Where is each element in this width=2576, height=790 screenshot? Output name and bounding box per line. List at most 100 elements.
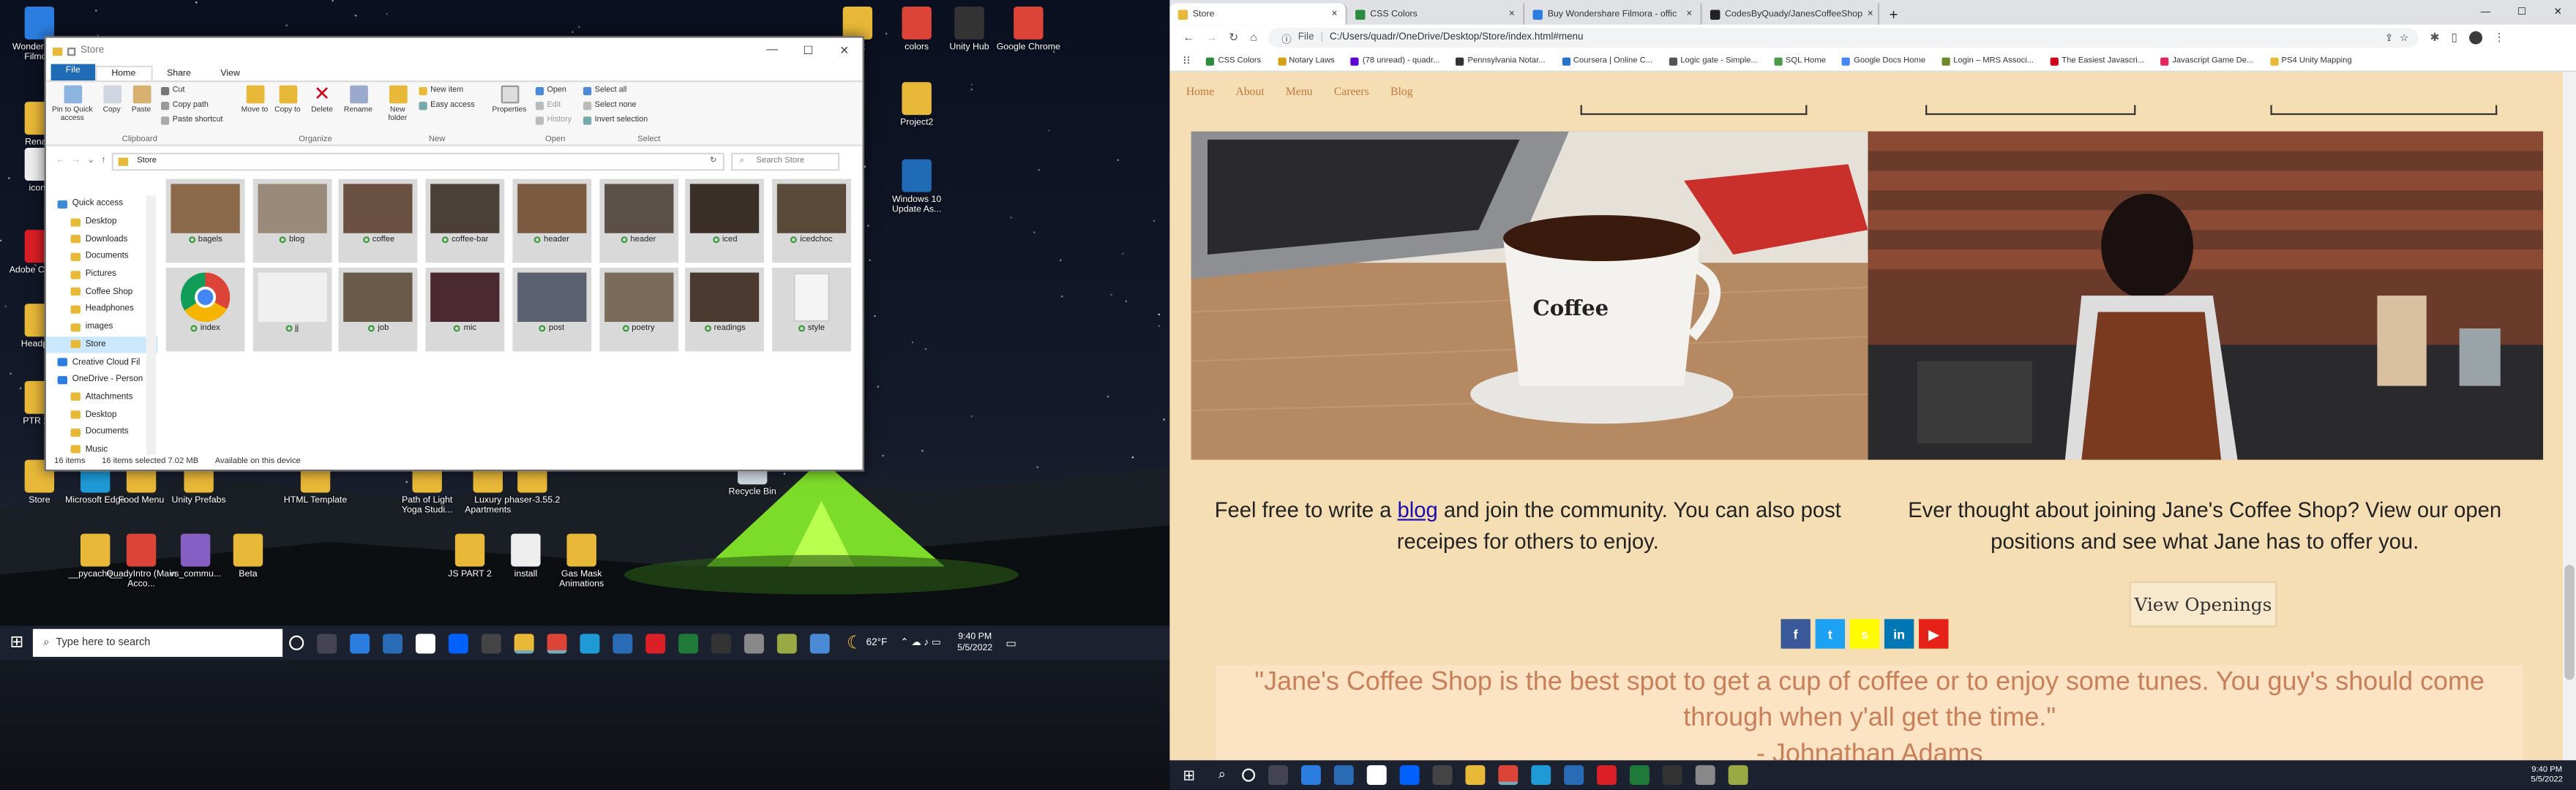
page-scrollbar[interactable] [2563,72,2576,761]
youtube-icon[interactable]: ▶ [1919,619,1949,649]
dropbox-icon[interactable] [1399,765,1420,786]
site-nav-blog[interactable]: Blog [1390,86,1413,99]
star-icon[interactable]: ☆ [2400,32,2408,43]
nav-scrollbar[interactable] [146,195,157,455]
share-icon[interactable]: ⇪ [2385,32,2393,43]
taskbar-search-input[interactable]: ⌕ Type here to search [33,628,283,657]
edge-icon[interactable] [1531,765,1551,786]
desktop-icon[interactable]: Windows 10 Update As... [880,159,953,215]
desktop-icon[interactable]: Gas Mask Animations [545,533,618,590]
maximize-button[interactable]: ☐ [2504,3,2539,24]
pin-button[interactable]: Pin to Quick access [49,85,95,121]
home-icon[interactable]: ⌂ [1250,32,1257,44]
amazon-icon[interactable] [1366,765,1387,786]
bookmark[interactable]: Notary Laws [1277,56,1335,66]
nav-item[interactable]: OneDrive - Person [46,371,158,388]
app-icon[interactable] [482,633,502,653]
nav-item[interactable]: Pictures [46,266,158,283]
cortana-icon[interactable] [289,635,305,650]
app-icon[interactable] [1695,765,1715,786]
move-to-button[interactable]: Move to [240,85,269,113]
apps-icon[interactable]: ⁝⁝ [1183,54,1190,67]
profile-avatar[interactable] [2468,31,2482,45]
extensions-icon[interactable]: ✱ [2430,31,2439,45]
close-button[interactable]: ✕ [2540,3,2576,24]
nav-item[interactable]: Coffee Shop [46,283,158,301]
browser-tab[interactable]: CodesByQuady/JanesCoffeeShop × [1702,3,1880,25]
linkedin-icon[interactable]: in [1884,619,1914,649]
reload-icon[interactable]: ↻ [1229,31,1238,45]
back-icon[interactable]: ← [1183,32,1194,44]
file-item[interactable]: coffee [339,178,419,263]
nav-item[interactable]: Quick access [46,195,158,213]
facebook-icon[interactable]: f [1781,619,1811,649]
bookmark[interactable]: Javascript Game De... [2160,56,2253,66]
blog-link[interactable]: blog [1398,497,1438,522]
bookmark[interactable]: Google Docs Home [1842,56,1925,66]
file-item[interactable]: readings [685,267,765,352]
menu-icon[interactable]: ⋮ [2493,31,2505,45]
file-item[interactable]: mic [425,267,505,352]
rename-button[interactable]: Rename [342,85,375,113]
nav-item[interactable]: Downloads [46,230,158,248]
bookmark[interactable]: PS4 Unity Mapping [2269,56,2352,66]
task-view-icon[interactable] [1268,765,1289,786]
edit-button[interactable]: Edit [535,102,561,110]
chrome-icon[interactable] [1498,765,1519,786]
app-icon[interactable] [1432,765,1453,786]
clock[interactable]: 9:40 PM 5/5/2022 [2531,765,2563,785]
site-nav-menu[interactable]: Menu [1286,86,1313,99]
forward-icon[interactable]: → [72,156,80,165]
file-explorer-icon[interactable] [514,633,535,653]
windows-start-icon[interactable]: ⊞ [1183,766,1195,784]
tab-view[interactable]: View [206,67,255,80]
nav-item[interactable]: Creative Cloud Fil [46,353,158,371]
nav-item[interactable]: Documents [46,248,158,266]
sidebar-icon[interactable]: ▯ [2451,31,2457,45]
back-icon[interactable]: ← [56,156,64,165]
select-none-button[interactable]: Select none [583,102,637,110]
file-item[interactable]: poetry [599,267,678,352]
calculator-icon[interactable] [1301,765,1321,786]
chevron-down-icon[interactable]: ⌄ [87,156,94,165]
clock[interactable]: 9:40 PM 5/5/2022 [957,631,992,654]
nav-item[interactable]: Store [45,336,158,354]
paste-button[interactable]: Paste [128,85,154,113]
notification-icon[interactable]: ▭ [1006,636,1016,650]
nav-item[interactable]: Documents [46,424,158,441]
tab-home[interactable]: Home [94,65,152,81]
select-all-button[interactable]: Select all [583,86,626,96]
site-nav-about[interactable]: About [1235,86,1264,99]
browser-tab[interactable]: Store × [1169,3,1347,25]
address-bar[interactable]: ⓘ File | C:/Users/quadr/OneDrive/Desktop… [1268,28,2419,48]
tray-icons[interactable]: ⌃ ☁ ♪ ▭ [900,637,940,648]
vscode-icon[interactable] [613,633,634,653]
minimize-button[interactable]: — [754,45,790,58]
bookmark[interactable]: Logic gate - Simple... [1669,56,1758,66]
minimize-button[interactable]: — [2468,3,2504,24]
close-tab-icon[interactable]: × [1509,9,1515,18]
file-item[interactable]: jj [252,267,332,352]
browser-tab[interactable]: CSS Colors × [1347,3,1525,25]
file-item[interactable]: header [599,178,678,263]
snapchat-icon[interactable]: s [1849,619,1880,649]
edge-icon[interactable] [580,633,601,653]
windows-start-icon[interactable]: ⊞ [10,634,23,652]
nav-item[interactable]: Headphones [46,301,158,318]
refresh-icon[interactable]: ↻ [710,155,716,165]
desktop-icon[interactable]: Google Chrome [992,6,1065,53]
up-icon[interactable]: ↑ [101,156,105,165]
file-item[interactable]: iced [685,178,765,263]
bookmark[interactable]: Coursera | Online C... [1562,56,1652,66]
chrome-icon[interactable] [547,633,568,653]
cortana-icon[interactable] [1242,768,1256,782]
delete-button[interactable]: ✕ Delete [307,83,337,113]
file-item[interactable]: icedchoc [771,178,851,263]
unity-icon[interactable] [1662,765,1682,786]
file-item[interactable]: index [165,267,245,352]
desktop-icon[interactable]: Beta [212,533,285,579]
cut-button[interactable]: Cut [161,86,184,96]
filmora-icon[interactable] [1597,765,1617,786]
file-item[interactable]: style [771,267,851,352]
site-nav-home[interactable]: Home [1186,86,1214,99]
